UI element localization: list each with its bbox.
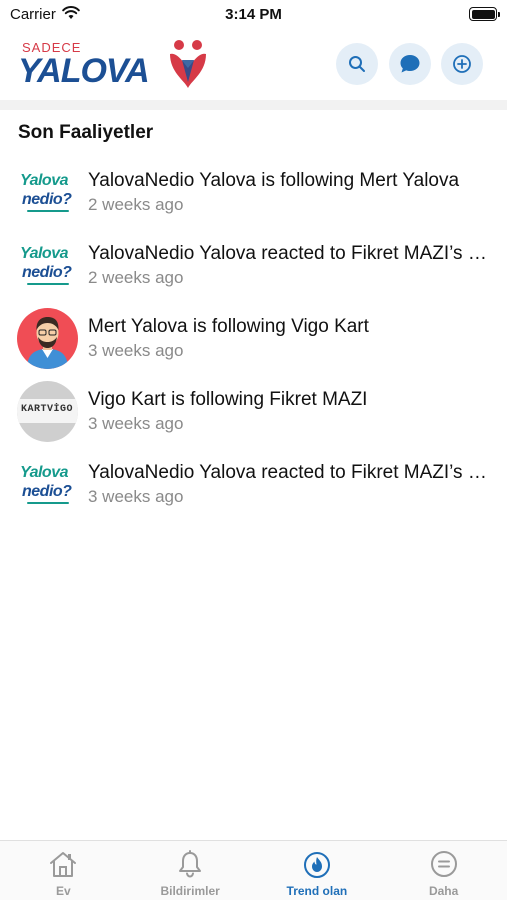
section-title: Son Faaliyetler bbox=[18, 122, 154, 143]
bell-icon bbox=[179, 850, 202, 878]
person-illustration bbox=[27, 317, 68, 369]
create-button[interactable] bbox=[441, 43, 483, 85]
home-icon bbox=[50, 852, 77, 877]
mert-avatar[interactable] bbox=[17, 308, 78, 369]
activity-item[interactable]: Mert Yalova is following Vigo Kart 3 wee… bbox=[0, 304, 507, 377]
logo-wordmark: YALOVA bbox=[18, 52, 150, 90]
yalovanedio-logo-bottom: nedio? bbox=[22, 191, 72, 208]
battery-icon bbox=[469, 7, 500, 21]
activity-text: YalovaNedio Yalova is following Mert Yal… bbox=[88, 170, 460, 191]
tab-trending[interactable]: Trend olan bbox=[254, 841, 381, 900]
yalovanedio-logo-top: Yalova bbox=[20, 245, 69, 262]
chat-icon bbox=[400, 55, 420, 73]
activity-list: Yalova nedio? YalovaNedio Yalova is foll… bbox=[0, 158, 507, 523]
activity-time: 3 weeks ago bbox=[88, 341, 184, 360]
messages-button[interactable] bbox=[389, 43, 431, 85]
yalovanedio-avatar[interactable]: Yalova nedio? bbox=[17, 162, 78, 223]
activity-time: 2 weeks ago bbox=[88, 195, 184, 214]
flame-icon bbox=[303, 852, 330, 878]
activity-item[interactable]: KARTVİGO Vigo Kart is following Fikret M… bbox=[0, 377, 507, 450]
yalovanedio-logo-top: Yalova bbox=[20, 172, 69, 189]
menu-circle-icon bbox=[430, 851, 457, 877]
yalovanedio-logo-bottom: nedio? bbox=[22, 264, 72, 281]
activity-time: 2 weeks ago bbox=[88, 268, 184, 287]
activity-text: Vigo Kart is following Fikret MAZI bbox=[88, 389, 368, 410]
app-logo[interactable]: SADECE YALOVA bbox=[18, 38, 213, 96]
activity-text: Mert Yalova is following Vigo Kart bbox=[88, 316, 369, 337]
add-circle-icon bbox=[453, 55, 471, 73]
activity-item[interactable]: Yalova nedio? YalovaNedio Yalova reacted… bbox=[0, 231, 507, 304]
yalovanedio-logo-top: Yalova bbox=[20, 464, 69, 481]
clock: 3:14 PM bbox=[225, 6, 282, 23]
yalovanedio-logo-bottom: nedio? bbox=[22, 483, 72, 500]
vigo-kart-avatar[interactable]: KARTVİGO bbox=[17, 381, 78, 442]
tab-more[interactable]: Daha bbox=[380, 841, 507, 900]
search-button[interactable] bbox=[336, 43, 378, 85]
activity-text: YalovaNedio Yalova reacted to Fikret MAZ… bbox=[88, 462, 493, 483]
app-header: SADECE YALOVA bbox=[0, 30, 507, 100]
activity-item[interactable]: Yalova nedio? YalovaNedio Yalova reacted… bbox=[0, 450, 507, 523]
yalovanedio-avatar[interactable]: Yalova nedio? bbox=[17, 454, 78, 515]
logo-people-mark bbox=[170, 40, 206, 88]
search-icon bbox=[349, 56, 365, 72]
header-divider bbox=[0, 100, 507, 110]
activity-time: 3 weeks ago bbox=[88, 414, 184, 433]
vigo-kart-logo-text: KARTVİGO bbox=[21, 404, 74, 415]
tab-notifications[interactable]: Bildirimler bbox=[127, 841, 254, 900]
tab-bar: Ev Bildirimler Trend olan Daha bbox=[0, 840, 507, 900]
tab-home[interactable]: Ev bbox=[0, 841, 127, 900]
tab-label: Trend olan bbox=[286, 884, 348, 898]
yalovanedio-avatar[interactable]: Yalova nedio? bbox=[17, 235, 78, 296]
tab-label: Ev bbox=[56, 884, 71, 898]
activity-text: YalovaNedio Yalova reacted to Fikret MAZ… bbox=[88, 243, 493, 264]
tab-label: Daha bbox=[428, 884, 459, 898]
status-bar: Carrier 3:14 PM bbox=[0, 0, 507, 30]
activity-item[interactable]: Yalova nedio? YalovaNedio Yalova is foll… bbox=[0, 158, 507, 231]
tab-label: Bildirimler bbox=[160, 884, 220, 898]
activity-time: 3 weeks ago bbox=[88, 487, 184, 506]
